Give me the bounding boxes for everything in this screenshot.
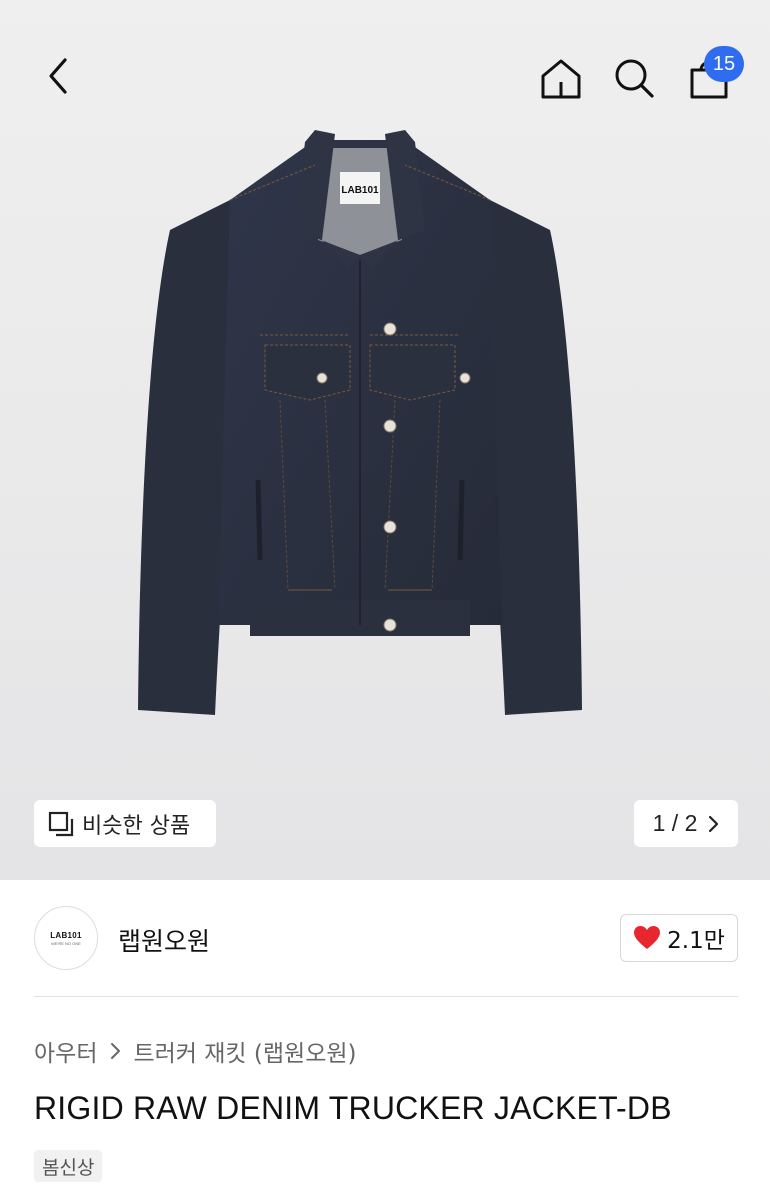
product-gallery[interactable]: LAB101 15 비슷한 상품 1 / 2	[0, 0, 770, 880]
chevron-right-icon	[709, 815, 719, 832]
brand-row: LAB101 WE'RE NO ONE 랩원오원 2.1만	[34, 904, 738, 972]
brand-logo[interactable]: LAB101 WE'RE NO ONE	[34, 906, 98, 970]
similar-products-label: 비슷한 상품	[82, 813, 191, 839]
brand-name[interactable]: 랩원오원	[118, 922, 210, 958]
chevron-right-icon	[111, 1043, 121, 1059]
home-button[interactable]	[532, 50, 590, 106]
product-title: RIGID RAW DENIM TRUCKER JACKET-DB	[34, 1090, 672, 1126]
breadcrumb-category[interactable]: 아우터	[34, 1034, 97, 1068]
home-icon	[541, 59, 581, 99]
breadcrumb: 아우터 트러커 재킷 (랩원오원)	[34, 1034, 357, 1068]
heart-icon	[634, 926, 661, 949]
similar-products-button[interactable]: 비슷한 상품	[34, 800, 216, 847]
brand-logo-subtext: WE'RE NO ONE	[51, 940, 81, 946]
back-arrow-icon	[49, 58, 67, 94]
search-icon	[615, 59, 654, 98]
back-button[interactable]	[30, 48, 86, 104]
divider	[34, 996, 738, 997]
search-button[interactable]	[606, 50, 662, 106]
image-pager[interactable]: 1 / 2	[634, 800, 738, 847]
like-button[interactable]: 2.1만	[620, 914, 738, 962]
pager-text: 1 / 2	[652, 810, 698, 836]
product-tag: 봄신상	[34, 1150, 103, 1182]
stacked-squares-icon	[48, 811, 74, 836]
brand-logo-text: LAB101	[50, 930, 82, 940]
like-count: 2.1만	[667, 928, 725, 954]
cart-count-badge: 15	[704, 46, 744, 82]
product-image: LAB101	[138, 130, 582, 715]
breadcrumb-subcategory[interactable]: 트러커 재킷 (랩원오원)	[133, 1034, 356, 1068]
jacket-label: LAB101	[341, 185, 379, 196]
